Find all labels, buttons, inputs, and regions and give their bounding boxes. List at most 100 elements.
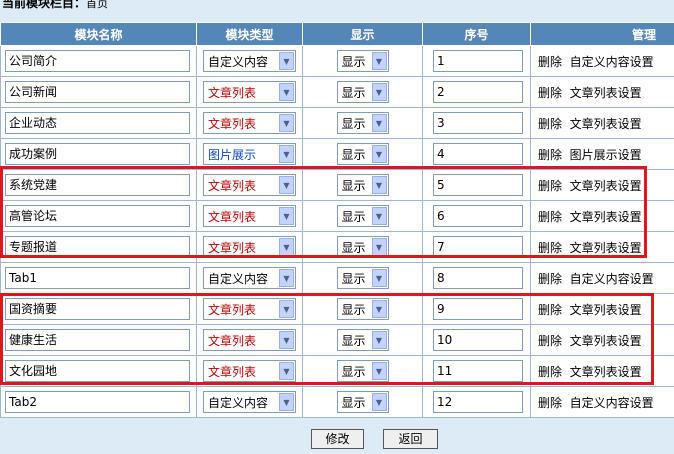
order-input[interactable]: 6 xyxy=(433,205,523,227)
chevron-down-icon[interactable]: ▼ xyxy=(279,114,294,132)
chevron-down-icon[interactable]: ▼ xyxy=(279,83,294,101)
display-select[interactable]: 显示 ▼ xyxy=(336,143,389,165)
setting-link[interactable]: 文章列表设置 xyxy=(570,303,642,317)
chevron-down-icon[interactable]: ▼ xyxy=(279,207,294,225)
module-name-input[interactable]: Tab2 xyxy=(5,391,190,413)
chevron-down-icon[interactable]: ▼ xyxy=(371,393,387,411)
delete-link[interactable]: 删除 xyxy=(538,148,562,162)
setting-link[interactable]: 文章列表设置 xyxy=(570,117,642,131)
display-select[interactable]: 显示 ▼ xyxy=(336,298,389,320)
delete-link[interactable]: 删除 xyxy=(538,55,562,69)
module-name-input[interactable]: 文化园地 xyxy=(5,360,190,382)
delete-link[interactable]: 删除 xyxy=(538,334,562,348)
display-select[interactable]: 显示 ▼ xyxy=(336,174,389,196)
order-input[interactable]: 1 xyxy=(433,50,523,72)
chevron-down-icon[interactable]: ▼ xyxy=(279,393,294,411)
chevron-down-icon[interactable]: ▼ xyxy=(279,145,294,163)
module-type-select[interactable]: 文章列表 ▼ xyxy=(203,298,296,320)
delete-link[interactable]: 删除 xyxy=(538,179,562,193)
module-name-input[interactable]: 高管论坛 xyxy=(5,205,190,227)
display-select[interactable]: 显示 ▼ xyxy=(336,360,389,382)
module-type-cell: 文章列表 ▼ xyxy=(196,169,303,201)
setting-link[interactable]: 自定义内容设置 xyxy=(570,396,654,410)
module-type-select[interactable]: 文章列表 ▼ xyxy=(203,236,296,258)
setting-link[interactable]: 图片展示设置 xyxy=(570,148,642,162)
chevron-down-icon[interactable]: ▼ xyxy=(371,269,387,287)
delete-link[interactable]: 删除 xyxy=(538,272,562,286)
order-input[interactable]: 9 xyxy=(433,298,523,320)
delete-link[interactable]: 删除 xyxy=(538,365,562,379)
display-select[interactable]: 显示 ▼ xyxy=(336,112,389,134)
display-select[interactable]: 显示 ▼ xyxy=(336,267,389,289)
chevron-down-icon[interactable]: ▼ xyxy=(279,300,294,318)
chevron-down-icon[interactable]: ▼ xyxy=(279,176,294,194)
order-input[interactable]: 2 xyxy=(433,81,523,103)
order-input[interactable]: 10 xyxy=(433,329,523,351)
module-name-input[interactable]: 公司简介 xyxy=(5,50,190,72)
display-select[interactable]: 显示 ▼ xyxy=(336,205,389,227)
chevron-down-icon[interactable]: ▼ xyxy=(279,362,294,380)
module-name-input[interactable]: 公司新闻 xyxy=(5,81,190,103)
module-type-select[interactable]: 文章列表 ▼ xyxy=(203,360,296,382)
delete-link[interactable]: 删除 xyxy=(538,210,562,224)
setting-link[interactable]: 文章列表设置 xyxy=(570,86,642,100)
chevron-down-icon[interactable]: ▼ xyxy=(371,114,387,132)
chevron-down-icon[interactable]: ▼ xyxy=(371,238,387,256)
setting-link[interactable]: 文章列表设置 xyxy=(570,365,642,379)
order-input[interactable]: 8 xyxy=(433,267,523,289)
module-type-select[interactable]: 文章列表 ▼ xyxy=(203,112,296,134)
setting-link[interactable]: 文章列表设置 xyxy=(570,210,642,224)
setting-link[interactable]: 文章列表设置 xyxy=(570,334,642,348)
module-type-select[interactable]: 文章列表 ▼ xyxy=(203,205,296,227)
module-type-select[interactable]: 文章列表 ▼ xyxy=(203,174,296,196)
chevron-down-icon[interactable]: ▼ xyxy=(371,145,387,163)
display-select[interactable]: 显示 ▼ xyxy=(336,329,389,351)
display-select[interactable]: 显示 ▼ xyxy=(336,50,389,72)
module-name-input[interactable]: 国资摘要 xyxy=(5,298,190,320)
chevron-down-icon[interactable]: ▼ xyxy=(371,176,387,194)
chevron-down-icon[interactable]: ▼ xyxy=(279,52,294,70)
setting-link[interactable]: 文章列表设置 xyxy=(570,179,642,193)
chevron-down-icon[interactable]: ▼ xyxy=(371,362,387,380)
delete-link[interactable]: 删除 xyxy=(538,396,562,410)
chevron-down-icon[interactable]: ▼ xyxy=(371,207,387,225)
chevron-down-icon[interactable]: ▼ xyxy=(371,52,387,70)
module-type-select[interactable]: 文章列表 ▼ xyxy=(203,81,296,103)
order-input[interactable]: 12 xyxy=(433,391,523,413)
module-type-select[interactable]: 自定义内容 ▼ xyxy=(203,267,296,289)
module-name-input[interactable]: 专题报道 xyxy=(5,236,190,258)
order-input[interactable]: 4 xyxy=(433,143,523,165)
display-select[interactable]: 显示 ▼ xyxy=(336,391,389,413)
chevron-down-icon[interactable]: ▼ xyxy=(371,83,387,101)
module-type-select[interactable]: 自定义内容 ▼ xyxy=(203,50,296,72)
module-type-select[interactable]: 自定义内容 ▼ xyxy=(203,391,296,413)
module-name-input[interactable]: Tab1 xyxy=(5,267,190,289)
setting-link[interactable]: 自定义内容设置 xyxy=(570,272,654,286)
chevron-down-icon[interactable]: ▼ xyxy=(371,300,387,318)
module-name-input[interactable]: 系统党建 xyxy=(5,174,190,196)
setting-link[interactable]: 文章列表设置 xyxy=(570,241,642,255)
module-type-select[interactable]: 文章列表 ▼ xyxy=(203,329,296,351)
delete-link[interactable]: 删除 xyxy=(538,241,562,255)
order-input[interactable]: 11 xyxy=(433,360,523,382)
order-input[interactable]: 7 xyxy=(433,236,523,258)
delete-link[interactable]: 删除 xyxy=(538,303,562,317)
setting-link[interactable]: 自定义内容设置 xyxy=(570,55,654,69)
chevron-down-icon[interactable]: ▼ xyxy=(279,238,294,256)
module-name-input[interactable]: 成功案例 xyxy=(5,143,190,165)
order-input[interactable]: 3 xyxy=(433,112,523,134)
modify-button[interactable]: 修改 xyxy=(311,429,364,449)
module-type-select[interactable]: 图片展示 ▼ xyxy=(203,143,296,165)
chevron-down-icon[interactable]: ▼ xyxy=(279,269,294,287)
delete-link[interactable]: 删除 xyxy=(538,117,562,131)
module-name-input[interactable]: 健康生活 xyxy=(5,329,190,351)
back-button[interactable]: 返回 xyxy=(383,429,438,449)
display-value: 显示 xyxy=(341,240,366,255)
module-name-input[interactable]: 企业动态 xyxy=(5,112,190,134)
chevron-down-icon[interactable]: ▼ xyxy=(371,331,387,349)
display-select[interactable]: 显示 ▼ xyxy=(336,81,389,103)
display-select[interactable]: 显示 ▼ xyxy=(336,236,389,258)
chevron-down-icon[interactable]: ▼ xyxy=(279,331,294,349)
delete-link[interactable]: 删除 xyxy=(538,86,562,100)
order-input[interactable]: 5 xyxy=(433,174,523,196)
